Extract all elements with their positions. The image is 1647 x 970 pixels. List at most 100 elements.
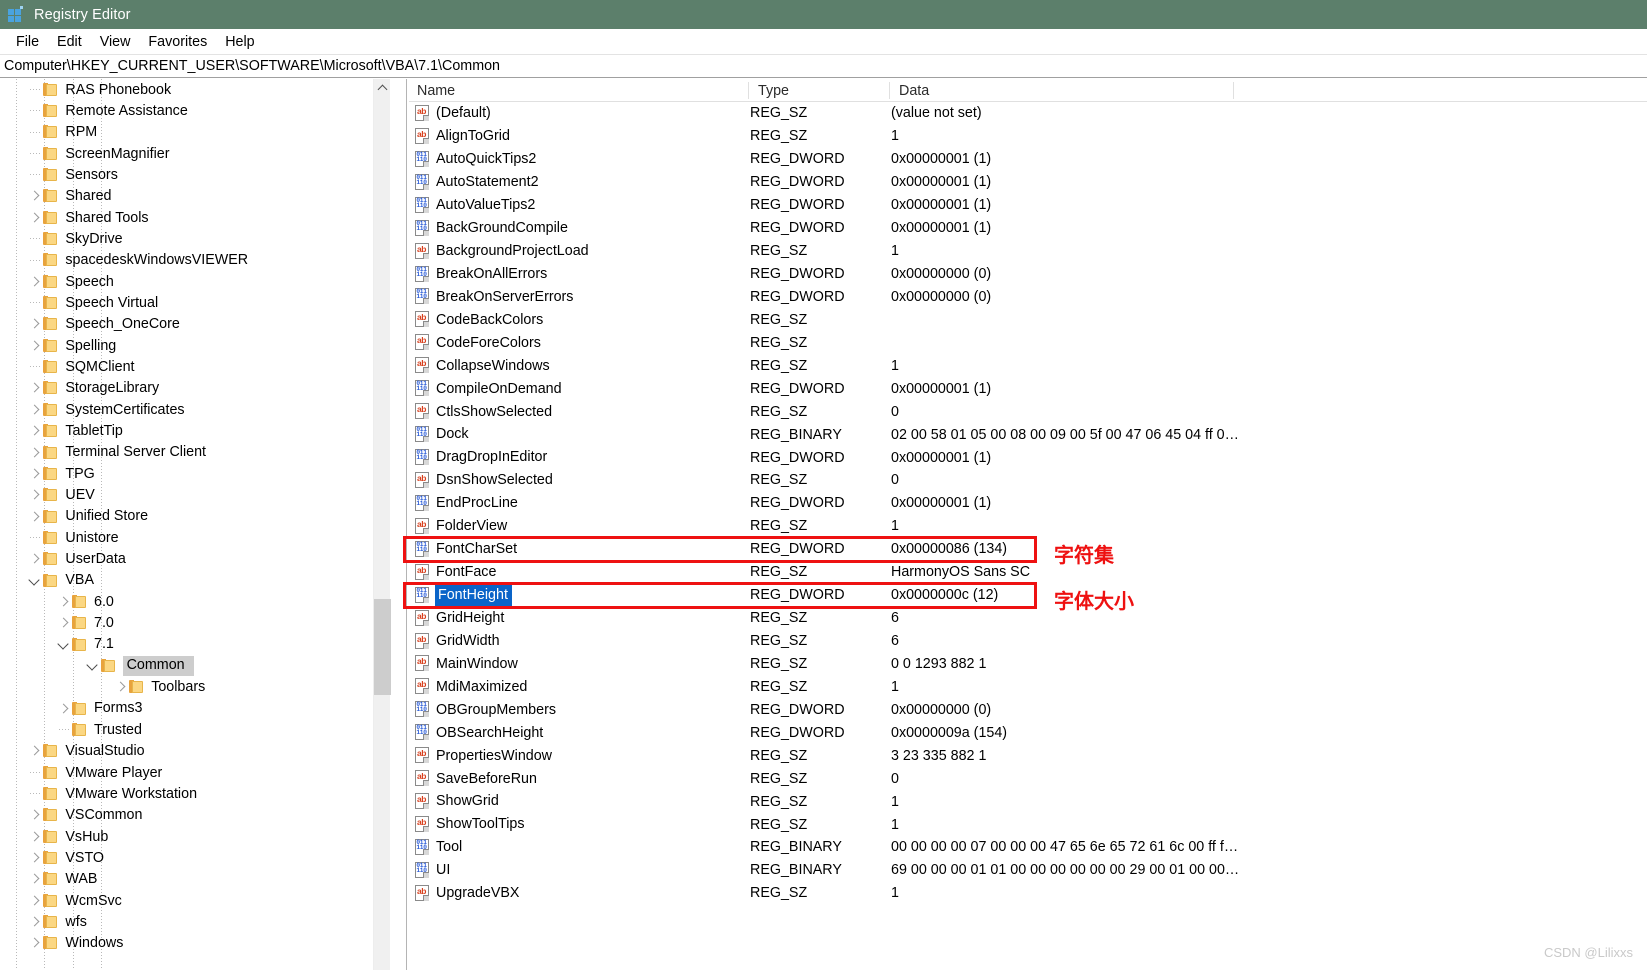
tree-node-terminal-server-client[interactable]: Terminal Server Client — [0, 442, 382, 463]
table-row[interactable]: ab CtlsShowSelected REG_SZ 0 — [409, 400, 1647, 423]
tree-node-toolbars[interactable]: Toolbars — [0, 677, 382, 698]
tree-vertical-scrollbar[interactable] — [373, 79, 391, 970]
tree-node-spelling[interactable]: Spelling — [0, 335, 382, 356]
table-row[interactable]: 011 110 CompileOnDemand REG_DWORD 0x00000001… — [409, 377, 1647, 400]
chevron-right-icon[interactable] — [27, 274, 43, 290]
tree-node-wfs[interactable]: wfs — [0, 911, 382, 932]
tree-node-userdata[interactable]: UserData — [0, 549, 382, 570]
tree-node-windows[interactable]: Windows — [0, 933, 382, 954]
chevron-right-icon[interactable] — [27, 402, 43, 418]
tree-node-tpg[interactable]: TPG — [0, 463, 382, 484]
column-header-name[interactable]: Name — [409, 79, 748, 102]
chevron-right-icon[interactable] — [27, 210, 43, 226]
menu-file[interactable]: File — [7, 32, 48, 52]
chevron-right-icon[interactable] — [27, 807, 43, 823]
tree-node-shared-tools[interactable]: Shared Tools — [0, 207, 382, 228]
table-row[interactable]: 011 110 Tool REG_BINARY 00 00 00 00 07 00 00… — [409, 836, 1647, 859]
table-row[interactable]: 011 110 Dock REG_BINARY 02 00 58 01 05 00 08… — [409, 423, 1647, 446]
tree-node-rpm[interactable]: RPM — [0, 122, 382, 143]
table-row[interactable]: 011 110 OBGroupMembers REG_DWORD 0x00000000 … — [409, 698, 1647, 721]
table-row[interactable]: ab DsnShowSelected REG_SZ 0 — [409, 469, 1647, 492]
table-row[interactable]: 011 110 BreakOnServerErrors REG_DWORD 0x0000… — [409, 286, 1647, 309]
chevron-right-icon[interactable] — [27, 829, 43, 845]
menu-edit[interactable]: Edit — [48, 32, 91, 52]
table-row[interactable]: ab MdiMaximized REG_SZ 1 — [409, 675, 1647, 698]
column-separator-2[interactable] — [889, 82, 890, 99]
tree-node-vsto[interactable]: VSTO — [0, 847, 382, 868]
table-row[interactable]: ab (Default) REG_SZ (value not set) — [409, 102, 1647, 125]
chevron-right-icon[interactable] — [27, 935, 43, 951]
registry-tree-pane[interactable]: RAS Phonebook Remote Assistance RPM ScreenM… — [0, 79, 408, 970]
table-row[interactable]: 011 110 DragDropInEditor REG_DWORD 0x0000000… — [409, 446, 1647, 469]
tree-node-systemcertificates[interactable]: SystemCertificates — [0, 399, 382, 420]
tree-node-wab[interactable]: WAB — [0, 869, 382, 890]
tree-node-vmware-workstation[interactable]: VMware Workstation — [0, 783, 382, 804]
table-row[interactable]: ab CodeBackColors REG_SZ — [409, 308, 1647, 331]
chevron-right-icon[interactable] — [27, 466, 43, 482]
menu-help[interactable]: Help — [216, 32, 263, 52]
tree-node-vmware-player[interactable]: VMware Player — [0, 762, 382, 783]
chevron-right-icon[interactable] — [27, 509, 43, 525]
column-separator-1[interactable] — [748, 82, 749, 99]
table-row[interactable]: ab GridHeight REG_SZ 6 — [409, 607, 1647, 630]
chevron-right-icon[interactable] — [27, 551, 43, 567]
tree-node-storagelibrary[interactable]: StorageLibrary — [0, 378, 382, 399]
tree-node-sqmclient[interactable]: SQMClient — [0, 356, 382, 377]
table-row[interactable]: 011 110 AutoStatement2 REG_DWORD 0x00000001 … — [409, 171, 1647, 194]
chevron-right-icon[interactable] — [27, 380, 43, 396]
tree-node-vba[interactable]: VBA — [0, 570, 382, 591]
table-row[interactable]: 011 110 AutoValueTips2 REG_DWORD 0x00000001 … — [409, 194, 1647, 217]
tree-node-screenmagnifier[interactable]: ScreenMagnifier — [0, 143, 382, 164]
tree-node-skydrive[interactable]: SkyDrive — [0, 228, 382, 249]
menu-favorites[interactable]: Favorites — [139, 32, 216, 52]
table-row[interactable]: 011 110 EndProcLine REG_DWORD 0x00000001 (1) — [409, 492, 1647, 515]
table-row[interactable]: ab ShowToolTips REG_SZ 1 — [409, 813, 1647, 836]
table-row[interactable]: ab FolderView REG_SZ 1 — [409, 515, 1647, 538]
menu-view[interactable]: View — [91, 32, 140, 52]
chevron-right-icon[interactable] — [27, 338, 43, 354]
table-row[interactable]: ab SaveBeforeRun REG_SZ 0 — [409, 767, 1647, 790]
chevron-right-icon[interactable] — [113, 679, 129, 695]
chevron-down-icon[interactable] — [85, 658, 101, 674]
tree-node-spacedeskwindowsviewer[interactable]: spacedeskWindowsVIEWER — [0, 250, 382, 271]
tree-node-6-0[interactable]: 6.0 — [0, 591, 382, 612]
chevron-right-icon[interactable] — [56, 615, 72, 631]
table-row[interactable]: ab GridWidth REG_SZ 6 — [409, 630, 1647, 653]
table-row[interactable]: ab ShowGrid REG_SZ 1 — [409, 790, 1647, 813]
table-row[interactable]: ab MainWindow REG_SZ 0 0 1293 882 1 — [409, 653, 1647, 676]
chevron-right-icon[interactable] — [27, 316, 43, 332]
table-row[interactable]: 011 110 AutoQuickTips2 REG_DWORD 0x00000001 … — [409, 148, 1647, 171]
tree-node-unistore[interactable]: Unistore — [0, 527, 382, 548]
table-row[interactable]: ab PropertiesWindow REG_SZ 3 23 335 882 1 — [409, 744, 1647, 767]
chevron-right-icon[interactable] — [27, 914, 43, 930]
tree-node-unified-store[interactable]: Unified Store — [0, 506, 382, 527]
tree-node-trusted[interactable]: Trusted — [0, 719, 382, 740]
pane-divider[interactable] — [406, 79, 408, 970]
column-header-type[interactable]: Type — [750, 79, 890, 102]
address-bar[interactable]: Computer\HKEY_CURRENT_USER\SOFTWARE\Micr… — [0, 54, 1647, 78]
tree-node-vshub[interactable]: VsHub — [0, 826, 382, 847]
table-row[interactable]: 011 110 UI REG_BINARY 69 00 00 00 01 01 00 0… — [409, 859, 1647, 882]
chevron-up-icon[interactable] — [374, 79, 391, 96]
chevron-right-icon[interactable] — [27, 188, 43, 204]
tree-node-uev[interactable]: UEV — [0, 485, 382, 506]
scrollbar-thumb[interactable] — [374, 599, 391, 695]
table-row[interactable]: 011 110 OBSearchHeight REG_DWORD 0x0000009a … — [409, 721, 1647, 744]
tree-node-remote-assistance[interactable]: Remote Assistance — [0, 100, 382, 121]
chevron-right-icon[interactable] — [56, 701, 72, 717]
chevron-right-icon[interactable] — [27, 871, 43, 887]
tree-node-speech-virtual[interactable]: Speech Virtual — [0, 292, 382, 313]
table-row[interactable]: ab CodeForeColors REG_SZ — [409, 331, 1647, 354]
tree-node-tablettip[interactable]: TabletTip — [0, 421, 382, 442]
tree-node-forms3[interactable]: Forms3 — [0, 698, 382, 719]
chevron-right-icon[interactable] — [56, 594, 72, 610]
table-row[interactable]: 011 110 BreakOnAllErrors REG_DWORD 0x0000000… — [409, 263, 1647, 286]
table-row[interactable]: ab FontFace REG_SZ HarmonyOS Sans SC — [409, 561, 1647, 584]
chevron-right-icon[interactable] — [27, 423, 43, 439]
tree-node-wcmsvc[interactable]: WcmSvc — [0, 890, 382, 911]
chevron-down-icon[interactable] — [27, 573, 43, 589]
chevron-right-icon[interactable] — [27, 850, 43, 866]
column-separator-3[interactable] — [1233, 82, 1234, 99]
table-row[interactable]: ab CollapseWindows REG_SZ 1 — [409, 354, 1647, 377]
chevron-right-icon[interactable] — [27, 445, 43, 461]
